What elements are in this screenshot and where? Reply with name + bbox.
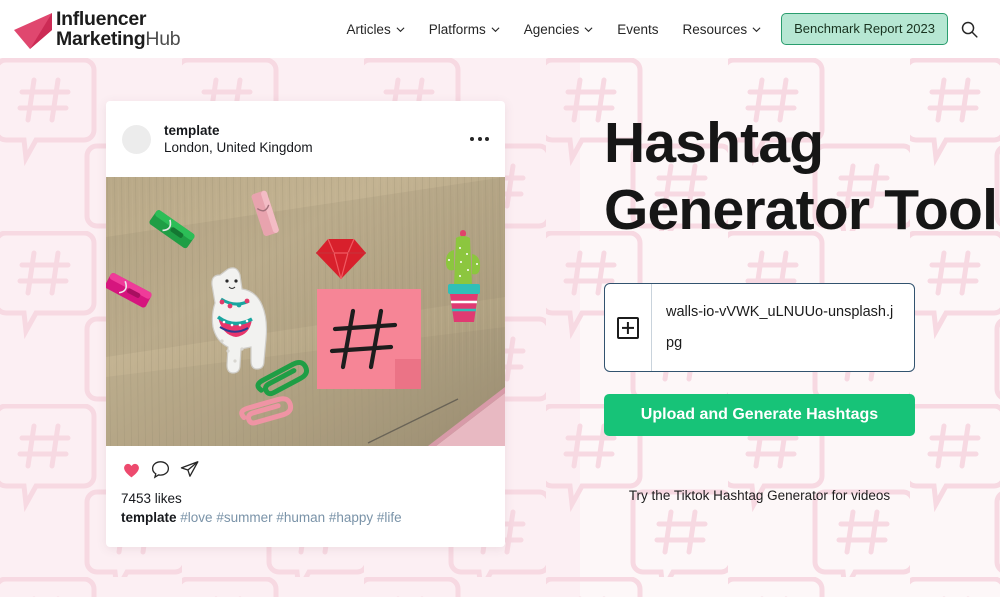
page-root: Influencer MarketingHub Articles Platfor… [0, 0, 1000, 597]
nav-item-label: Events [617, 21, 659, 37]
post-author-meta: template London, United Kingdom [164, 122, 313, 157]
caption-hashtags: #love #summer #human #happy #life [180, 510, 402, 525]
nav-item-label: Platforms [428, 21, 486, 37]
nav-item-label: Resources [682, 21, 748, 37]
dot [477, 137, 482, 141]
logo-line-2: MarketingHub [56, 28, 181, 50]
instagram-post-preview-card: template London, United Kingdom 7453 lik… [106, 101, 505, 547]
nav-item-label: Agencies [523, 21, 580, 37]
add-file-icon[interactable] [605, 284, 652, 372]
main-navigation: Articles Platforms Agencies Events Resou… [334, 13, 986, 45]
logo-arrow-icon [14, 13, 52, 49]
share-icon[interactable] [179, 459, 200, 480]
site-header: Influencer MarketingHub Articles Platfor… [0, 0, 1000, 58]
nav-item-label: Articles [346, 21, 391, 37]
tiktok-generator-link[interactable]: Try the Tiktok Hashtag Generator for vid… [604, 488, 915, 503]
heart-icon[interactable] [121, 459, 142, 480]
more-options-icon[interactable] [470, 137, 489, 141]
hero-panel: Hashtag Generator Tool walls-io-vVWK_uLN… [604, 58, 1000, 597]
chevron-down-icon [752, 25, 761, 34]
nav-item-articles[interactable]: Articles [334, 16, 416, 43]
post-like-count: 7453 likes [121, 491, 182, 506]
caption-author: template [121, 510, 177, 525]
file-name-label: walls-io-vVWK_uLNUUo-unsplash.jpg [666, 304, 894, 351]
logo-line-1: Influencer [56, 7, 147, 30]
post-image [106, 177, 505, 446]
logo[interactable]: Influencer MarketingHub [10, 0, 181, 58]
benchmark-report-button[interactable]: Benchmark Report 2023 [781, 13, 948, 45]
search-icon[interactable] [958, 18, 980, 40]
chevron-down-icon [584, 25, 593, 34]
page-title: Hashtag Generator Tool [604, 111, 998, 242]
nav-item-events[interactable]: Events [605, 16, 670, 43]
post-header: template London, United Kingdom [106, 101, 505, 177]
post-action-bar [121, 457, 490, 481]
nav-item-resources[interactable]: Resources [671, 16, 774, 43]
avatar [122, 124, 151, 154]
dot [470, 137, 474, 141]
nav-item-agencies[interactable]: Agencies [512, 16, 606, 43]
comment-icon[interactable] [150, 459, 171, 480]
upload-and-generate-hashtags-button[interactable]: Upload and Generate Hashtags [604, 394, 915, 437]
post-location: London, United Kingdom [164, 140, 313, 155]
logo-line-2-rest: Hub [145, 28, 181, 50]
nav-item-platforms[interactable]: Platforms [417, 16, 512, 43]
logo-line-2-bold: Marketing [56, 28, 146, 50]
chevron-down-icon [396, 25, 405, 34]
chevron-down-icon [491, 25, 500, 34]
dot [485, 137, 489, 141]
post-username: template [164, 122, 220, 138]
plus-glyph [617, 316, 639, 339]
file-upload-field[interactable]: walls-io-vVWK_uLNUUo-unsplash.jpg [604, 283, 915, 373]
post-footer: 7453 likes template #love #summer #human… [106, 446, 505, 547]
post-caption: template #love #summer #human #happy #li… [121, 510, 490, 525]
